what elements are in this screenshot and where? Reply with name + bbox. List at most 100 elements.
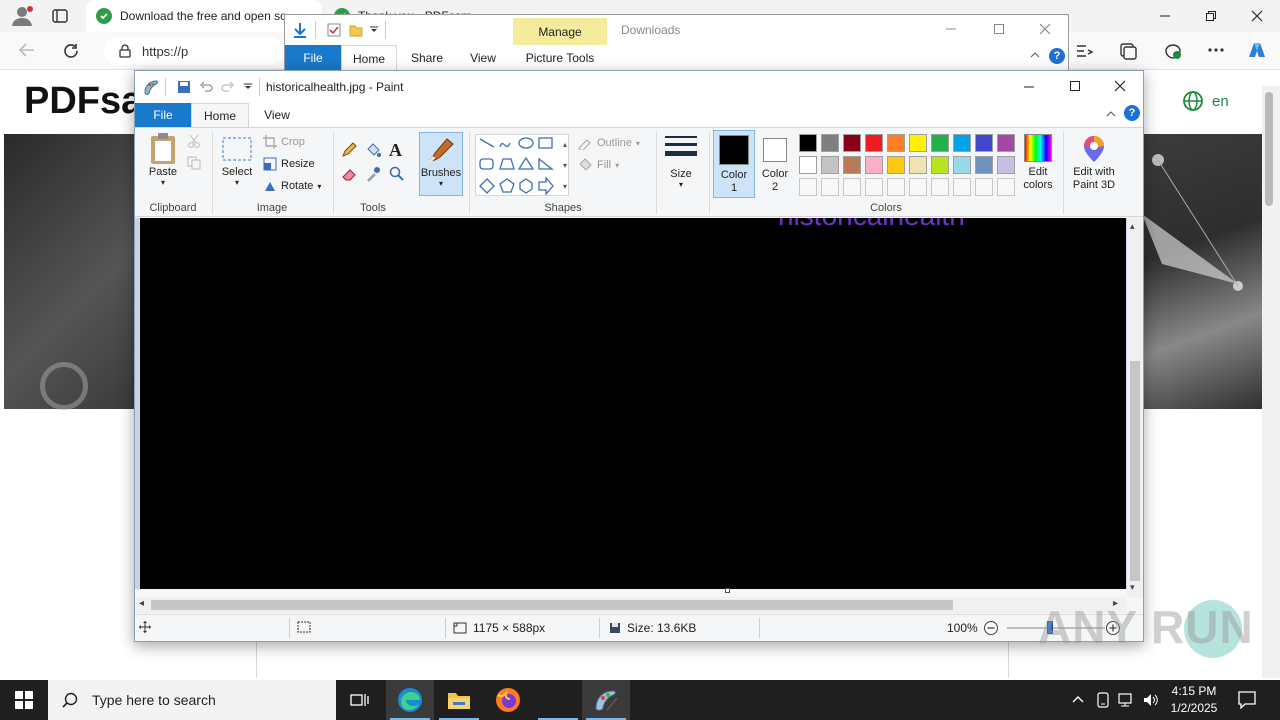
- palette-custom-slot[interactable]: [887, 178, 905, 196]
- color2-button[interactable]: Color 2: [757, 134, 793, 194]
- rotate-button[interactable]: Rotate ▾: [263, 179, 321, 193]
- eraser-icon[interactable]: [341, 166, 357, 182]
- palette-color-swatch[interactable]: [821, 134, 839, 152]
- explorer-maximize-button[interactable]: [993, 23, 1005, 35]
- palette-custom-slot[interactable]: [909, 178, 927, 196]
- canvas-vertical-scrollbar[interactable]: ▴ ▾: [1127, 218, 1143, 597]
- pencil-icon[interactable]: [341, 142, 357, 158]
- copilot-icon[interactable]: [1245, 39, 1269, 61]
- manage-label[interactable]: Manage: [513, 18, 607, 45]
- help-icon[interactable]: ?: [1124, 105, 1140, 121]
- shapes-gallery-scroll[interactable]: ▴ ▾ ▾: [560, 134, 570, 196]
- paint-maximize-button[interactable]: [1069, 80, 1081, 92]
- taskbar-search-box[interactable]: Type here to search: [48, 680, 336, 720]
- paint-tab-file[interactable]: File: [135, 103, 191, 127]
- fill-bucket-icon[interactable]: [365, 142, 381, 158]
- palette-custom-slot[interactable]: [997, 178, 1015, 196]
- language-selector[interactable]: en: [1182, 90, 1229, 112]
- palette-color-swatch[interactable]: [975, 156, 993, 174]
- help-icon[interactable]: ?: [1049, 48, 1065, 64]
- explorer-close-button[interactable]: [1039, 23, 1051, 35]
- shapes-gallery[interactable]: [475, 134, 569, 196]
- canvas-horizontal-scrollbar[interactable]: ◂ ▸: [135, 597, 1127, 613]
- explorer-tab-picture-tools[interactable]: Picture Tools: [513, 45, 607, 71]
- scroll-up-icon[interactable]: ▴: [1130, 221, 1135, 232]
- quick-access-dropdown-icon[interactable]: [369, 26, 379, 34]
- palette-color-swatch[interactable]: [865, 134, 883, 152]
- edit-colors-button[interactable]: Edit colors: [1019, 134, 1057, 192]
- paint-app-icon[interactable]: [143, 79, 159, 95]
- site-logo[interactable]: PDFsa: [24, 80, 142, 123]
- tab-actions-icon[interactable]: [52, 8, 68, 24]
- paste-button[interactable]: Paste ▾: [143, 132, 183, 187]
- palette-color-swatch[interactable]: [931, 156, 949, 174]
- select-button[interactable]: Select ▾: [217, 136, 257, 187]
- taskbar-edge-button[interactable]: [386, 680, 434, 720]
- browser-close-button[interactable]: [1234, 0, 1280, 32]
- explorer-minimize-button[interactable]: [945, 23, 957, 35]
- explorer-tab-share[interactable]: Share: [401, 45, 453, 71]
- device-icon[interactable]: [1096, 692, 1110, 708]
- taskbar-explorer-button[interactable]: [435, 680, 483, 720]
- taskbar-clock[interactable]: 4:15 PM 1/2/2025: [1164, 683, 1224, 717]
- favorites-icon[interactable]: [1074, 42, 1094, 60]
- taskbar-paint-button[interactable]: [582, 680, 630, 720]
- scroll-down-icon[interactable]: ▾: [1130, 582, 1135, 593]
- paint-close-button[interactable]: [1114, 80, 1126, 92]
- network-icon[interactable]: [1118, 692, 1136, 708]
- taskbar-firefox-button[interactable]: [484, 680, 532, 720]
- redo-icon[interactable]: [221, 80, 235, 94]
- palette-color-swatch[interactable]: [997, 134, 1015, 152]
- palette-color-swatch[interactable]: [975, 134, 993, 152]
- magnifier-icon[interactable]: [389, 166, 405, 182]
- palette-custom-slot[interactable]: [799, 178, 817, 196]
- browser-minimize-button[interactable]: [1142, 0, 1188, 32]
- cut-icon[interactable]: [187, 134, 201, 148]
- palette-color-swatch[interactable]: [953, 156, 971, 174]
- horizontal-scroll-thumb[interactable]: [151, 600, 953, 610]
- paint-window[interactable]: historicalhealth.jpg - Paint File Home V…: [134, 70, 1144, 642]
- show-hidden-icons-icon[interactable]: [1072, 694, 1084, 704]
- size-button[interactable]: Size ▾: [661, 134, 701, 189]
- explorer-tab-home[interactable]: Home: [341, 45, 397, 71]
- palette-color-swatch[interactable]: [865, 156, 883, 174]
- palette-color-swatch[interactable]: [953, 134, 971, 152]
- palette-custom-slot[interactable]: [821, 178, 839, 196]
- back-icon[interactable]: [18, 42, 36, 58]
- text-tool-icon[interactable]: A: [389, 140, 402, 161]
- palette-color-swatch[interactable]: [909, 156, 927, 174]
- vertical-scroll-thumb[interactable]: [1130, 361, 1140, 581]
- paint-tab-view[interactable]: View: [249, 103, 305, 127]
- palette-color-swatch[interactable]: [997, 156, 1015, 174]
- copy-icon[interactable]: [187, 156, 201, 170]
- palette-color-swatch[interactable]: [931, 134, 949, 152]
- paint-minimize-button[interactable]: [1023, 81, 1035, 93]
- start-button[interactable]: [0, 680, 48, 720]
- quick-access-dropdown-icon[interactable]: [243, 83, 253, 91]
- browser-scrollbar-thumb[interactable]: [1265, 92, 1273, 206]
- collections-icon[interactable]: [1118, 41, 1138, 61]
- explorer-tab-view[interactable]: View: [457, 45, 509, 71]
- scroll-left-icon[interactable]: ◂: [139, 598, 144, 609]
- properties-icon[interactable]: [327, 23, 341, 37]
- fill-button[interactable]: Fill ▾: [577, 158, 619, 172]
- canvas-resize-handle[interactable]: [725, 588, 730, 593]
- palette-custom-slot[interactable]: [843, 178, 861, 196]
- task-view-button[interactable]: [336, 680, 384, 720]
- browser-restore-button[interactable]: [1188, 0, 1234, 32]
- explorer-tab-file[interactable]: File: [285, 45, 341, 71]
- palette-color-swatch[interactable]: [843, 134, 861, 152]
- extensions-icon[interactable]: [1162, 41, 1184, 61]
- explorer-window[interactable]: Manage Downloads File Home Share View Pi…: [284, 14, 1069, 72]
- color-picker-icon[interactable]: [365, 166, 381, 182]
- crop-button[interactable]: Crop: [263, 135, 305, 149]
- volume-icon[interactable]: [1142, 692, 1160, 708]
- paint-tab-home[interactable]: Home: [191, 103, 249, 128]
- palette-color-swatch[interactable]: [821, 156, 839, 174]
- palette-custom-slot[interactable]: [931, 178, 949, 196]
- url-field[interactable]: https://p: [104, 37, 284, 65]
- palette-custom-slot[interactable]: [975, 178, 993, 196]
- palette-color-swatch[interactable]: [799, 134, 817, 152]
- palette-color-swatch[interactable]: [843, 156, 861, 174]
- resize-button[interactable]: Resize: [263, 157, 315, 171]
